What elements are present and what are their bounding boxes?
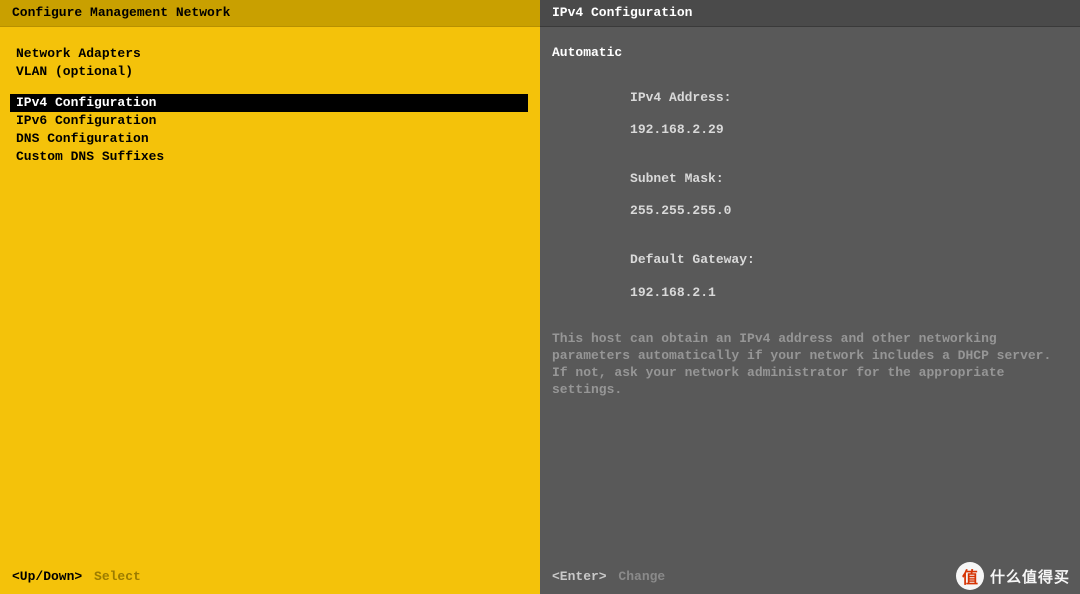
- prop-ipv4-address: IPv4 Address: 192.168.2.29: [552, 73, 1068, 154]
- footer-key-enter: <Enter>: [552, 569, 607, 584]
- prop-value: 255.255.255.0: [630, 203, 731, 218]
- menu-item-custom-dns-suffixes[interactable]: Custom DNS Suffixes: [12, 148, 528, 166]
- left-panel-title: Configure Management Network: [0, 0, 540, 27]
- footer-key-updown: <Up/Down>: [12, 569, 82, 584]
- prop-default-gateway: Default Gateway: 192.168.2.1: [552, 236, 1068, 317]
- esxi-config-screen: Configure Management Network Network Ada…: [0, 0, 1080, 594]
- detail-body: Automatic IPv4 Address: 192.168.2.29 Sub…: [540, 27, 1080, 594]
- prop-subnet-mask: Subnet Mask: 255.255.255.0: [552, 155, 1068, 236]
- prop-value: 192.168.2.29: [630, 122, 724, 137]
- left-panel: Configure Management Network Network Ada…: [0, 0, 540, 594]
- prop-label: Default Gateway:: [630, 252, 755, 267]
- prop-value: 192.168.2.1: [630, 285, 716, 300]
- watermark: 值 什么值得买: [956, 562, 1070, 590]
- footer-action-select: Select: [94, 569, 141, 584]
- menu-item-dns-configuration[interactable]: DNS Configuration: [12, 130, 528, 148]
- help-text: This host can obtain an IPv4 address and…: [552, 331, 1062, 399]
- menu-item-ipv4-configuration[interactable]: IPv4 Configuration: [10, 94, 528, 112]
- prop-label: IPv4 Address:: [630, 90, 731, 105]
- menu-group: Network Adapters VLAN (optional): [12, 45, 528, 82]
- left-footer: <Up/Down> Select: [12, 569, 141, 584]
- watermark-badge-icon: 值: [956, 562, 984, 590]
- right-panel-title: IPv4 Configuration: [540, 0, 1080, 27]
- watermark-text: 什么值得买: [990, 566, 1070, 587]
- network-properties: IPv4 Address: 192.168.2.29 Subnet Mask: …: [552, 73, 1068, 317]
- menu-group: IPv4 Configuration IPv6 Configuration DN…: [12, 94, 528, 167]
- menu-item-ipv6-configuration[interactable]: IPv6 Configuration: [12, 112, 528, 130]
- prop-label: Subnet Mask:: [630, 171, 724, 186]
- menu-item-vlan[interactable]: VLAN (optional): [12, 63, 528, 81]
- right-panel: IPv4 Configuration Automatic IPv4 Addres…: [540, 0, 1080, 594]
- menu-item-network-adapters[interactable]: Network Adapters: [12, 45, 528, 63]
- footer-action-change: Change: [618, 569, 665, 584]
- right-footer: <Enter> Change: [552, 569, 665, 584]
- config-mode: Automatic: [552, 45, 1068, 61]
- menu-list[interactable]: Network Adapters VLAN (optional) IPv4 Co…: [0, 27, 540, 594]
